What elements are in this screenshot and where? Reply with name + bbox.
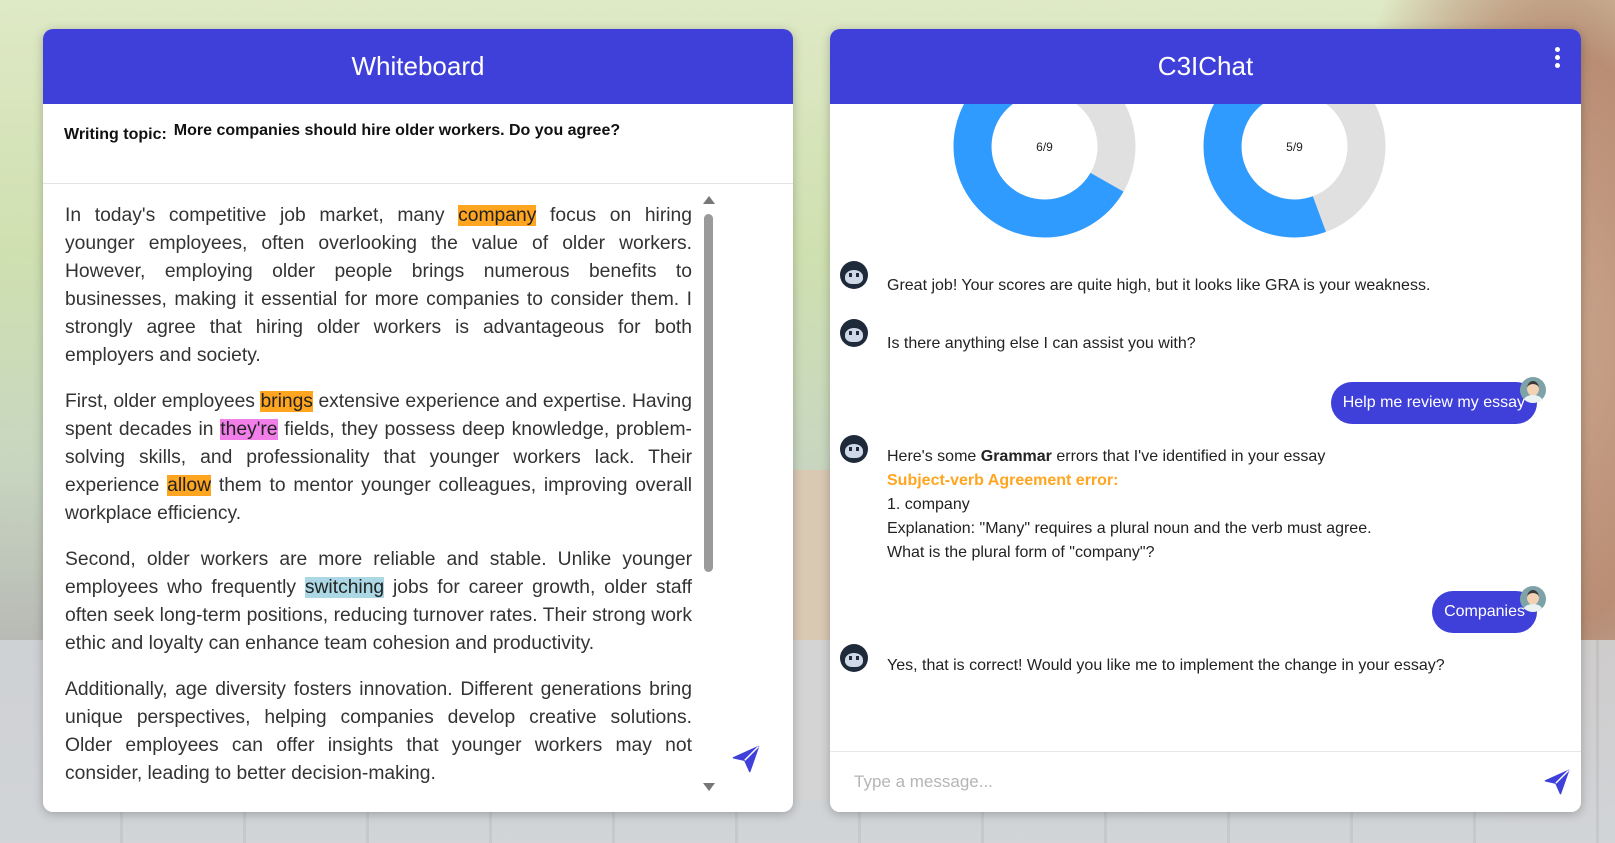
score-label: 6/9 [1036, 139, 1053, 154]
topic-text: More companies should hire older workers… [173, 122, 621, 139]
bot-message: Is there anything else I can assist you … [887, 335, 1196, 352]
scrollbar[interactable] [701, 196, 715, 791]
bot-message: Here's some Grammar errors that I've ide… [887, 445, 1527, 565]
whiteboard-panel: Whiteboard Writing topic: More companies… [43, 29, 793, 812]
essay-paragraph: Second, older workers are more reliable … [65, 546, 692, 658]
send-icon[interactable] [731, 744, 761, 774]
topic-label: Writing topic: [64, 126, 167, 143]
scroll-down-arrow-icon[interactable] [703, 783, 715, 791]
error-question: What is the plural form of "company"? [887, 544, 1155, 561]
message-input[interactable] [852, 764, 1496, 800]
whiteboard-header: Whiteboard [43, 29, 793, 104]
whiteboard-title: Whiteboard [351, 51, 485, 81]
send-icon[interactable] [1542, 768, 1572, 796]
score-donut-1: 6/9 [952, 104, 1137, 239]
score-donut-2: 5/9 [1202, 104, 1387, 239]
bot-avatar [840, 261, 868, 289]
error-highlight[interactable]: allow [167, 475, 212, 496]
bot-text-run: errors that I've identified in your essa… [1051, 448, 1326, 465]
essay-paragraph: Additionally, age diversity fosters inno… [65, 679, 692, 784]
error-item: 1. company [887, 496, 970, 513]
user-avatar [1520, 586, 1546, 612]
bot-avatar [840, 319, 868, 347]
error-highlight[interactable]: company [458, 205, 537, 226]
chat-title: C3IChat [1157, 51, 1254, 81]
essay-paragraph: In today's competitive job market, many … [65, 202, 692, 370]
error-highlight[interactable]: they're [220, 419, 278, 440]
bot-avatar [840, 644, 868, 672]
user-message: Help me review my essay [1330, 382, 1537, 424]
chat-input-bar [830, 751, 1581, 812]
bot-message: Great job! Your scores are quite high, b… [887, 277, 1431, 294]
bot-text-run: Here's some [887, 448, 981, 465]
essay-text-run: In today's competitive job market, many [65, 205, 459, 226]
error-highlight[interactable]: brings [260, 391, 313, 412]
bot-text-bold: Grammar [980, 448, 1052, 465]
scroll-up-arrow-icon[interactable] [703, 196, 715, 204]
bot-message: Yes, that is correct! Would you like me … [887, 657, 1445, 674]
essay-text-run: First, older employees [65, 391, 261, 412]
essay-area: In today's competitive job market, many … [43, 184, 793, 812]
chat-header: C3IChat [830, 29, 1581, 104]
bot-message-line: Here's some Grammar errors that I've ide… [887, 445, 1527, 469]
chat-panel: C3IChat 6/9 5/9 Great job! Your scores a… [830, 29, 1581, 812]
score-label: 5/9 [1286, 139, 1303, 154]
error-explanation: Explanation: "Many" requires a plural no… [887, 520, 1372, 537]
bot-avatar [840, 435, 868, 463]
error-type-label: Subject-verb Agreement error: [887, 472, 1119, 489]
essay-text[interactable]: In today's competitive job market, many … [65, 202, 692, 812]
chat-messages: 6/9 5/9 Great job! Your scores are quite… [830, 104, 1581, 752]
user-avatar [1520, 377, 1546, 403]
error-highlight[interactable]: switching [304, 577, 385, 598]
writing-topic: Writing topic: More companies should hir… [43, 104, 793, 184]
essay-paragraph: First, older employees brings extensive … [65, 388, 692, 528]
scroll-thumb[interactable] [704, 214, 713, 572]
more-options-icon[interactable] [1555, 47, 1561, 71]
essay-text-run: focus on hiring younger employees, often… [65, 205, 692, 366]
